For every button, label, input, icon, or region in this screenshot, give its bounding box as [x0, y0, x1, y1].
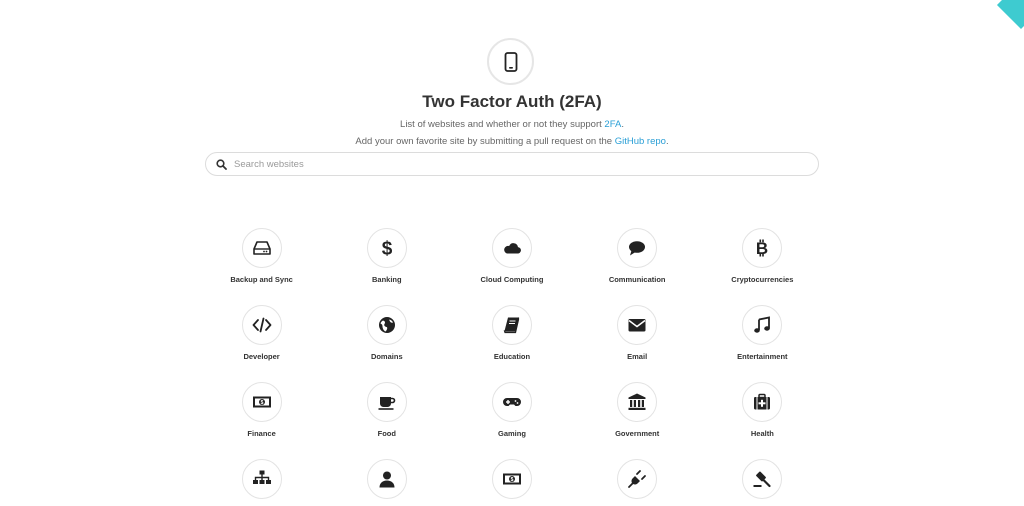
category-label: Finance [247, 429, 276, 438]
category-identity[interactable] [324, 459, 449, 506]
category-grid: Backup and Sync $ Banking Cloud Computin… [199, 228, 825, 506]
category-label: Email [627, 352, 648, 361]
category-developer[interactable]: Developer [199, 305, 324, 361]
category-label: Food [377, 429, 396, 438]
envelope-icon [628, 319, 646, 332]
svg-text:B: B [756, 239, 768, 258]
svg-text:$: $ [381, 239, 392, 259]
money-bill-icon: $ [252, 396, 271, 408]
category-iot[interactable] [575, 459, 700, 506]
category-label: Health [750, 429, 774, 438]
hard-drive-icon [252, 241, 271, 255]
category-label: Communication [608, 275, 666, 284]
category-backup-and-sync[interactable]: Backup and Sync [199, 228, 324, 284]
category-label: Cryptocurrencies [731, 275, 794, 284]
category-domains[interactable]: Domains [324, 305, 449, 361]
institution-icon [628, 393, 646, 410]
gavel-icon [753, 471, 771, 488]
search-icon [216, 158, 227, 170]
page-title: Two Factor Auth (2FA) [422, 92, 602, 111]
bitcoin-icon: B [756, 239, 768, 258]
subtitle-line-1: List of websites and whether or not they… [400, 119, 624, 130]
category-label: Domains [370, 352, 403, 361]
category-investing[interactable]: $ [449, 459, 574, 506]
category-education[interactable]: Education [449, 305, 574, 361]
search-input[interactable] [234, 155, 818, 173]
category-health[interactable]: Health [700, 382, 825, 438]
user-icon [379, 471, 395, 488]
corner-ribbon[interactable] [996, 0, 1024, 30]
category-label: Banking [371, 275, 402, 284]
category-label: Backup and Sync [230, 275, 293, 284]
category-government[interactable]: Government [575, 382, 700, 438]
category-food[interactable]: Food [324, 382, 449, 438]
category-cryptocurrencies[interactable]: B Cryptocurrencies [700, 228, 825, 284]
github-repo-link[interactable]: GitHub repo [615, 136, 666, 147]
speech-bubble-icon [629, 241, 646, 256]
subtitle-line-2: Add your own favorite site by submitting… [355, 136, 669, 147]
music-note-icon [754, 316, 771, 333]
2fa-link[interactable]: 2FA [604, 119, 621, 130]
category-label: Education [493, 352, 531, 361]
category-gaming[interactable]: Gaming [449, 382, 574, 438]
category-label: Developer [243, 352, 280, 361]
gamepad-icon [502, 398, 521, 406]
category-cloud-computing[interactable]: Cloud Computing [449, 228, 574, 284]
category-label: Entertainment [737, 352, 788, 361]
money-bill-icon: $ [502, 473, 521, 485]
svg-text:$: $ [511, 477, 514, 483]
category-entertainment[interactable]: Entertainment [700, 305, 825, 361]
coffee-cup-icon [378, 397, 396, 410]
dollar-icon: $ [381, 239, 392, 259]
cloud-icon [504, 243, 521, 254]
svg-text:$: $ [260, 400, 263, 406]
plug-icon [628, 470, 647, 488]
category-finance[interactable]: $ Finance [199, 382, 324, 438]
category-communication[interactable]: Communication [575, 228, 700, 284]
search-bar[interactable] [205, 152, 819, 176]
category-hosting[interactable] [199, 459, 324, 506]
category-label: Cloud Computing [480, 275, 544, 284]
category-label: Government [615, 429, 660, 438]
medkit-icon [754, 393, 771, 410]
sitemap-icon [252, 470, 271, 484]
category-banking[interactable]: $ Banking [324, 228, 449, 284]
code-icon [252, 317, 271, 333]
category-legal[interactable] [700, 459, 825, 506]
book-icon [503, 317, 520, 334]
category-label: Gaming [498, 429, 526, 438]
phone-logo-icon [487, 38, 534, 85]
globe-icon [378, 317, 395, 333]
category-email[interactable]: Email [575, 305, 700, 361]
